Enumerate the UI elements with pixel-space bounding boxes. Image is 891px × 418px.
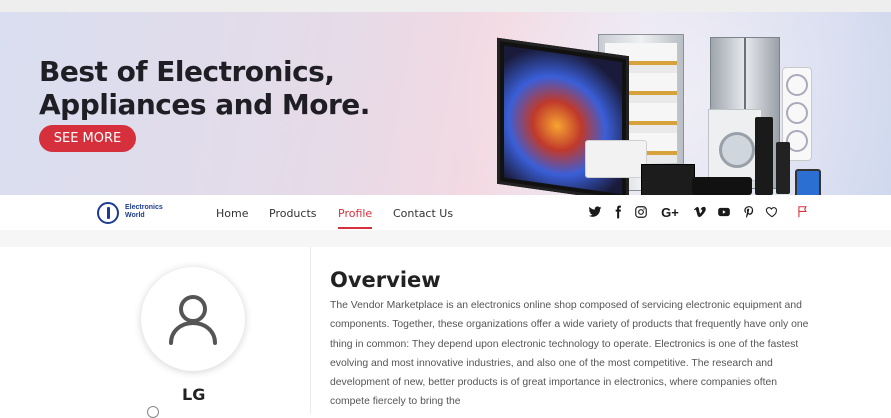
logo-line1: Electronics — [125, 204, 163, 211]
logo-line2: World — [125, 212, 145, 219]
banner-headline: Best of Electronics, Appliances and More… — [39, 55, 370, 121]
banner-headline-line2: Appliances and More. — [39, 88, 370, 121]
vendor-avatar — [141, 267, 245, 371]
facebook-icon[interactable] — [610, 205, 626, 221]
nav-products[interactable]: Products — [269, 207, 317, 220]
see-more-button[interactable]: SEE MORE — [39, 125, 136, 152]
logo-mark-icon — [97, 202, 119, 224]
logo-text: Electronics World — [125, 204, 163, 220]
split-ac-image — [585, 140, 647, 178]
speaker-image — [755, 117, 773, 195]
location-icon — [147, 406, 159, 418]
vimeo-icon[interactable] — [692, 205, 708, 221]
active-tab-indicator — [338, 227, 372, 229]
nav-home[interactable]: Home — [216, 207, 248, 220]
google-plus-icon[interactable]: G+ — [659, 205, 681, 221]
speaker-image-small — [776, 142, 790, 194]
section-divider — [0, 230, 891, 247]
nav-contact-us[interactable]: Contact Us — [393, 207, 453, 220]
nav-profile[interactable]: Profile — [338, 207, 372, 220]
heart-icon[interactable] — [764, 205, 780, 221]
pinterest-icon[interactable] — [741, 205, 757, 221]
overview-title: Overview — [330, 268, 441, 292]
user-icon — [169, 295, 217, 345]
vendor-navbar: Electronics World Home Products Profile … — [0, 195, 891, 231]
overview-text: The Vendor Marketplace is an electronics… — [330, 300, 809, 408]
microwave-image — [641, 164, 695, 195]
twitter-icon[interactable] — [587, 205, 603, 221]
washing-machine-image — [708, 109, 762, 181]
home-theater-image — [692, 177, 752, 195]
vendor-name: LG — [182, 385, 206, 404]
smartphone-image — [795, 169, 821, 195]
instagram-icon[interactable] — [633, 205, 649, 221]
top-strip — [0, 0, 891, 12]
hero-banner: Best of Electronics, Appliances and More… — [0, 12, 891, 195]
youtube-icon[interactable] — [716, 205, 732, 221]
banner-headline-line1: Best of Electronics, — [39, 55, 335, 88]
store-logo[interactable]: Electronics World — [97, 202, 169, 224]
flag-icon[interactable] — [795, 205, 811, 221]
